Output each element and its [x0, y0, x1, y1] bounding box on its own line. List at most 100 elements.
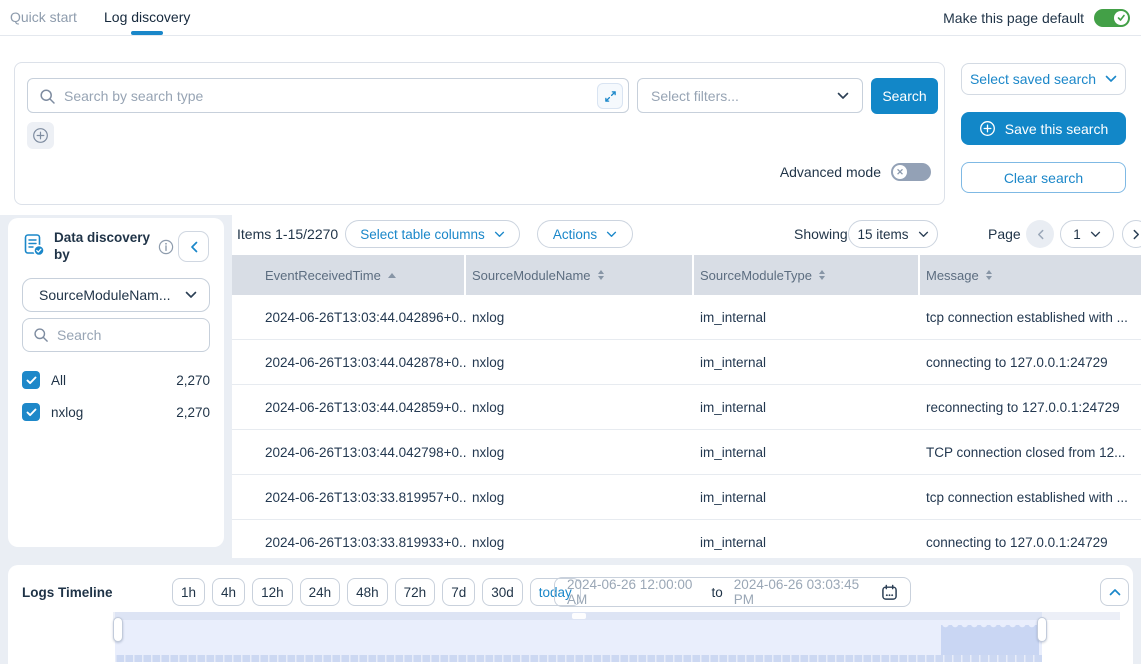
time-range-button[interactable]: 24h	[300, 578, 341, 606]
table-cell: im_internal	[694, 445, 920, 460]
table-row[interactable]: 2024-06-26T13:03:33.819933+0... nxlog im…	[232, 520, 1141, 558]
chevron-left-icon	[190, 241, 198, 253]
column-header-eventreceivedtime[interactable]: EventReceivedTime	[232, 255, 466, 295]
date-to-label: to	[712, 585, 723, 600]
table-cell: nxlog	[466, 310, 694, 325]
chevron-down-icon	[494, 231, 505, 238]
table-cell: connecting to 127.0.0.1:24729	[920, 355, 1141, 370]
tab-log-discovery[interactable]: Log discovery	[104, 0, 190, 35]
items-range-info: Items 1-15/2270	[237, 226, 338, 242]
add-search-row-button[interactable]	[27, 122, 54, 149]
advanced-mode-toggle[interactable]: ✕	[891, 163, 931, 181]
column-label: SourceModuleName	[472, 268, 591, 283]
date-range-picker[interactable]: 2024-06-26 12:00:00 AM to 2024-06-26 03:…	[554, 577, 911, 607]
select-saved-search-button[interactable]: Select saved search	[961, 63, 1126, 95]
table-cell: 2024-06-26T13:03:44.042878+0...	[232, 355, 466, 370]
table-cell: 2024-06-26T13:03:33.819957+0...	[232, 490, 466, 505]
brush-selection[interactable]	[115, 612, 1042, 664]
table-cell: 2024-06-26T13:03:33.819933+0...	[232, 535, 466, 550]
discovery-field-select[interactable]: SourceModuleNam...	[22, 278, 210, 312]
page-number-select[interactable]: 1	[1060, 220, 1114, 248]
sort-icon	[986, 270, 992, 280]
table-row[interactable]: 2024-06-26T13:03:44.042859+0... nxlog im…	[232, 385, 1141, 430]
tab-quick-start[interactable]: Quick start	[10, 0, 77, 35]
select-table-columns-label: Select table columns	[360, 227, 485, 242]
time-range-button[interactable]: 48h	[347, 578, 388, 606]
checkbox-checked-icon[interactable]	[22, 371, 40, 389]
collapse-sidebar-button[interactable]	[178, 231, 209, 262]
table-cell: TCP connection closed from 12...	[920, 445, 1141, 460]
brush-center-grip[interactable]	[572, 613, 586, 619]
make-default-label: Make this page default	[943, 10, 1084, 26]
table-cell: tcp connection established with ...	[920, 490, 1141, 505]
brush-handle-left[interactable]	[113, 617, 123, 642]
brush-selection-area	[115, 620, 1042, 655]
clear-search-label: Clear search	[1004, 170, 1083, 186]
calendar-icon	[881, 584, 898, 601]
brush-handle-right[interactable]	[1037, 617, 1047, 642]
chevron-down-icon	[1090, 231, 1101, 238]
chevron-right-icon	[1133, 229, 1140, 240]
previous-page-button[interactable]	[1026, 220, 1054, 248]
sidebar-search-input[interactable]	[57, 319, 205, 351]
search-icon	[39, 88, 56, 105]
time-range-button[interactable]: 72h	[395, 578, 436, 606]
filter-list: All 2,270 nxlog 2,270	[22, 364, 210, 428]
column-header-sourcemoduletype[interactable]: SourceModuleType	[694, 255, 920, 295]
main-search-field	[27, 78, 629, 113]
next-page-button[interactable]	[1122, 220, 1141, 248]
column-header-sourcemodulename[interactable]: SourceModuleName	[466, 255, 694, 295]
select-saved-search-label: Select saved search	[970, 71, 1096, 87]
filters-select[interactable]: Select filters...	[637, 78, 863, 113]
table-row[interactable]: 2024-06-26T13:03:44.042896+0... nxlog im…	[232, 295, 1141, 340]
tab-log-discovery-label: Log discovery	[104, 9, 190, 25]
select-table-columns-button[interactable]: Select table columns	[345, 220, 520, 248]
page-size-value: 15 items	[857, 227, 908, 242]
save-this-search-button[interactable]: Save this search	[961, 112, 1126, 145]
table-cell: nxlog	[466, 400, 694, 415]
table-row[interactable]: 2024-06-26T13:03:33.819957+0... nxlog im…	[232, 475, 1141, 520]
clear-search-button[interactable]: Clear search	[961, 162, 1126, 193]
showing-label: Showing	[794, 226, 848, 242]
data-discovery-sidebar: Data discovery by SourceModuleNam... All…	[8, 218, 224, 547]
chevron-down-icon	[1105, 75, 1117, 83]
chevron-up-icon	[1109, 588, 1121, 596]
search-button[interactable]: Search	[871, 78, 938, 114]
table-cell: nxlog	[466, 445, 694, 460]
page-number-value: 1	[1073, 227, 1081, 242]
search-input[interactable]	[64, 79, 594, 112]
expand-search-icon[interactable]	[597, 83, 623, 109]
checkbox-checked-icon[interactable]	[22, 403, 40, 421]
table-cell: im_internal	[694, 535, 920, 550]
time-range-button[interactable]: 1h	[172, 578, 205, 606]
actions-button[interactable]: Actions	[537, 220, 633, 248]
chevron-down-icon	[837, 92, 849, 100]
time-range-button[interactable]: 30d	[482, 578, 523, 606]
chevron-down-icon	[606, 231, 617, 238]
filter-item-label: All	[51, 373, 66, 388]
table-cell: 2024-06-26T13:03:44.042896+0...	[232, 310, 466, 325]
table-row[interactable]: 2024-06-26T13:03:44.042798+0... nxlog im…	[232, 430, 1141, 475]
collapse-timeline-button[interactable]	[1100, 578, 1129, 606]
time-range-button[interactable]: 7d	[442, 578, 475, 606]
filter-item-count: 2,270	[176, 373, 210, 388]
filter-list-item[interactable]: nxlog 2,270	[22, 396, 210, 428]
table-cell: nxlog	[466, 355, 694, 370]
column-header-message[interactable]: Message	[920, 255, 1141, 295]
filter-list-item[interactable]: All 2,270	[22, 364, 210, 396]
table-cell: nxlog	[466, 535, 694, 550]
table-row[interactable]: 2024-06-26T13:03:44.042878+0... nxlog im…	[232, 340, 1141, 385]
time-range-button[interactable]: 4h	[212, 578, 245, 606]
toggle-x-icon: ✕	[893, 165, 907, 179]
sort-icon	[598, 270, 604, 280]
table-cell: 2024-06-26T13:03:44.042798+0...	[232, 445, 466, 460]
page-size-select[interactable]: 15 items	[848, 220, 938, 248]
chevron-down-icon	[185, 291, 197, 299]
table-cell: nxlog	[466, 490, 694, 505]
time-range-button[interactable]: 12h	[252, 578, 293, 606]
discovery-field-value: SourceModuleNam...	[39, 287, 171, 303]
make-default-toggle[interactable]	[1094, 9, 1130, 27]
column-label: Message	[926, 268, 979, 283]
plus-circle-icon	[979, 120, 996, 137]
info-icon[interactable]	[158, 239, 174, 255]
